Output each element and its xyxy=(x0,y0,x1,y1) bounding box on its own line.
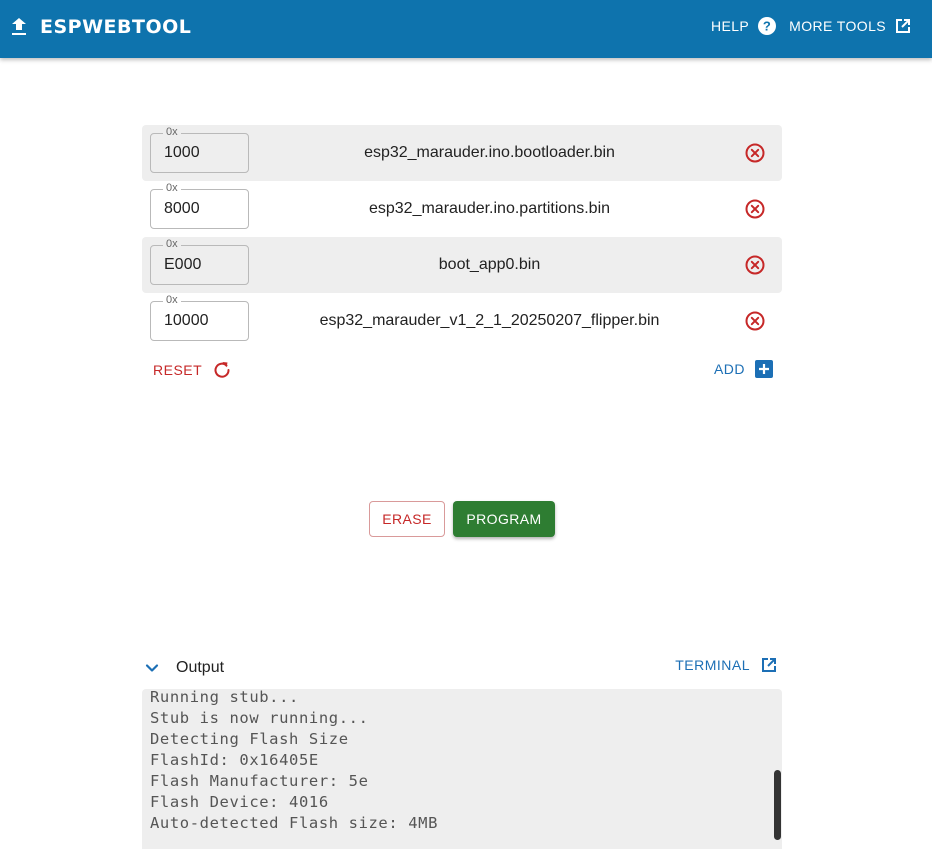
app-title: ESPWEBTOOL xyxy=(40,16,192,38)
file-actions: RESET ADD xyxy=(142,357,782,385)
file-name[interactable]: esp32_marauder.ino.partitions.bin xyxy=(262,200,717,218)
offset-value: E000 xyxy=(164,256,202,273)
program-button[interactable]: PROGRAM xyxy=(453,501,555,537)
offset-field[interactable]: 0x E000 xyxy=(150,237,249,285)
offset-prefix: 0x xyxy=(163,181,181,195)
file-list: 0x 1000 esp32_marauder.ino.bootloader.bi… xyxy=(142,125,782,349)
offset-prefix: 0x xyxy=(163,293,181,307)
terminal-button[interactable]: TERMINAL xyxy=(675,656,778,674)
console-line: Auto-detected Flash size: 4MB xyxy=(150,814,439,832)
console-lines: Running stub... Stub is now running... D… xyxy=(150,689,438,834)
more-tools-label: MORE TOOLS xyxy=(789,18,886,34)
console-line: FlashId: 0x16405E xyxy=(150,751,319,769)
offset-field[interactable]: 0x 1000 xyxy=(150,125,249,173)
close-circle-icon[interactable] xyxy=(744,198,766,220)
file-row: 0x 10000 esp32_marauder_v1_2_1_20250207_… xyxy=(142,293,782,349)
header-nav: HELP ? MORE TOOLS xyxy=(711,16,912,36)
output-header: Output TERMINAL xyxy=(142,654,782,682)
open-in-new-icon xyxy=(762,658,776,672)
console-line: Flash Device: 4016 xyxy=(150,793,329,811)
console-line: Running stub... xyxy=(150,689,299,706)
offset-value: 10000 xyxy=(164,312,209,329)
reset-label: RESET xyxy=(153,362,203,378)
offset-field[interactable]: 0x 8000 xyxy=(150,181,249,229)
svg-text:?: ? xyxy=(763,19,771,34)
file-name[interactable]: esp32_marauder_v1_2_1_20250207_flipper.b… xyxy=(262,312,717,330)
upload-icon xyxy=(12,18,26,35)
open-in-new-icon xyxy=(896,19,910,33)
console-line: Detecting Flash Size xyxy=(150,730,349,748)
console-scrollbar[interactable] xyxy=(774,770,781,840)
console-line: Stub is now running... xyxy=(150,709,369,727)
offset-value: 1000 xyxy=(164,144,200,161)
more-tools-link[interactable]: MORE TOOLS xyxy=(789,17,912,35)
add-button[interactable]: ADD xyxy=(714,360,773,378)
output-console[interactable]: Running stub... Stub is now running... D… xyxy=(142,689,782,849)
add-label: ADD xyxy=(713,361,745,377)
output-title: Output xyxy=(176,659,225,676)
offset-prefix: 0x xyxy=(163,125,181,139)
offset-prefix: 0x xyxy=(163,237,181,251)
erase-button[interactable]: ERASE xyxy=(369,501,445,537)
reset-button[interactable]: RESET xyxy=(153,360,232,380)
console-line: Flash Manufacturer: 5e xyxy=(150,772,369,790)
help-link[interactable]: HELP ? xyxy=(711,16,777,36)
close-circle-icon[interactable] xyxy=(744,142,766,164)
add-box-icon xyxy=(755,360,773,378)
close-circle-icon[interactable] xyxy=(744,310,766,332)
offset-value: 8000 xyxy=(164,200,200,217)
brand[interactable]: ESPWEBTOOL xyxy=(11,16,191,38)
file-name[interactable]: esp32_marauder.ino.bootloader.bin xyxy=(262,144,717,162)
output-toggle[interactable]: Output xyxy=(142,658,224,678)
file-row: 0x E000 boot_app0.bin xyxy=(142,237,782,293)
chevron-down-icon xyxy=(145,664,159,672)
close-circle-icon[interactable] xyxy=(744,254,766,276)
file-row: 0x 1000 esp32_marauder.ino.bootloader.bi… xyxy=(142,125,782,181)
refresh-icon xyxy=(214,362,230,378)
terminal-label: TERMINAL xyxy=(675,657,750,673)
help-label: HELP xyxy=(710,18,750,34)
app-header: ESPWEBTOOL HELP ? MORE TOOLS xyxy=(0,0,932,58)
file-name[interactable]: boot_app0.bin xyxy=(262,256,717,274)
offset-field[interactable]: 0x 10000 xyxy=(150,293,249,341)
help-circle-icon: ? xyxy=(758,17,777,35)
file-row: 0x 8000 esp32_marauder.ino.partitions.bi… xyxy=(142,181,782,237)
